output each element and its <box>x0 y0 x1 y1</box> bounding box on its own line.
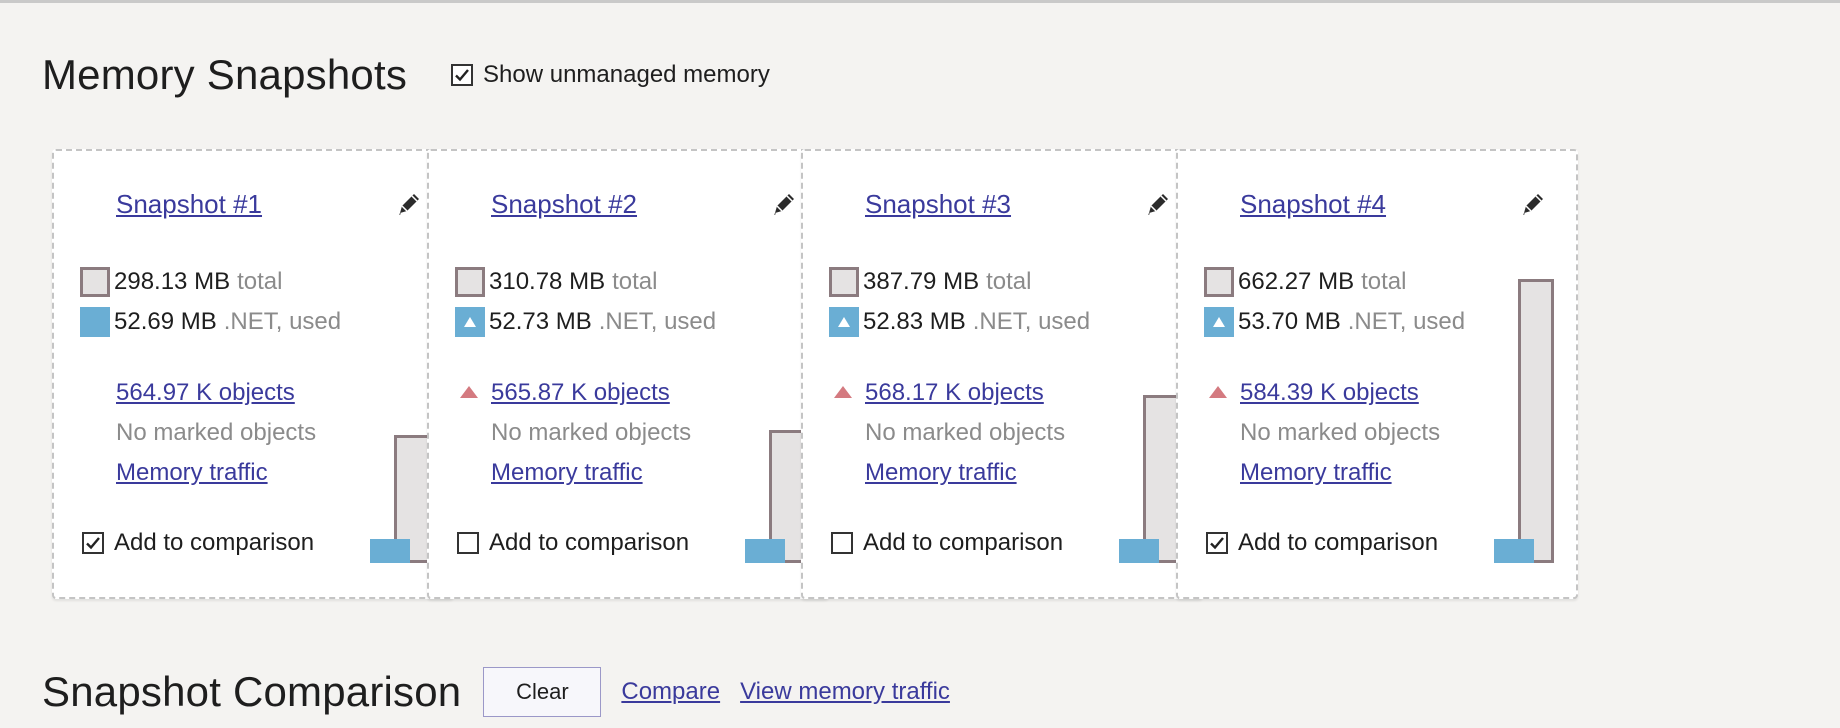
total-memory-value: 387.79 MB <box>863 268 980 295</box>
checkbox-box[interactable] <box>82 532 104 554</box>
clear-button[interactable]: Clear <box>483 667 602 717</box>
memory-traffic-link[interactable]: Memory traffic <box>491 459 643 487</box>
net-used-unit: .NET, used <box>598 308 717 335</box>
net-used-value: 52.73 MB <box>489 308 592 335</box>
net-used-unit: .NET, used <box>1347 308 1466 335</box>
comparison-title: Snapshot Comparison <box>42 668 462 715</box>
net-used-unit: .NET, used <box>223 308 342 335</box>
checkbox-box[interactable] <box>1206 532 1228 554</box>
total-memory-unit: total <box>612 268 658 295</box>
increase-triangle-icon <box>1209 386 1227 398</box>
snapshot-card-3: Snapshot #3 387.79 MB total 52.83 MB .NE… <box>801 149 1203 599</box>
net-used-row: 53.70 MB .NET, used <box>1204 307 1465 337</box>
total-memory-bar <box>1143 395 1179 563</box>
objects-count-link[interactable]: 584.39 K objects <box>1240 379 1419 407</box>
increase-triangle-icon <box>838 317 850 327</box>
objects-count-link[interactable]: 565.87 K objects <box>491 379 670 407</box>
marked-objects-text: No marked objects <box>1240 419 1441 446</box>
total-memory-row: 662.27 MB total <box>1204 267 1406 297</box>
objects-count-link[interactable]: 568.17 K objects <box>865 379 1044 407</box>
memory-traffic-link[interactable]: Memory traffic <box>865 459 1017 487</box>
net-used-value: 52.83 MB <box>863 308 966 335</box>
memory-snapshots-header: Memory Snapshots Show unmanaged memory <box>42 51 770 99</box>
add-to-comparison-checkbox[interactable]: Add to comparison <box>831 529 1063 557</box>
marked-objects-text: No marked objects <box>491 419 692 446</box>
add-to-comparison-checkbox[interactable]: Add to comparison <box>1206 529 1438 557</box>
snapshot-cards: Snapshot #1 298.13 MB total 52.69 MB .NE… <box>52 149 1782 599</box>
compare-link[interactable]: Compare <box>621 678 720 706</box>
net-used-value: 52.69 MB <box>114 308 217 335</box>
objects-row: 568.17 K objects <box>834 379 1044 407</box>
increase-triangle-icon <box>460 386 478 398</box>
objects-row: 584.39 K objects <box>1209 379 1419 407</box>
marked-objects-text: No marked objects <box>865 419 1066 446</box>
snapshot-title-link[interactable]: Snapshot #4 <box>1240 189 1386 220</box>
snapshot-title-link[interactable]: Snapshot #2 <box>491 189 637 220</box>
total-memory-row: 310.78 MB total <box>455 267 657 297</box>
net-used-bar <box>1494 539 1534 563</box>
checkmark-icon <box>86 537 100 550</box>
add-to-comparison-checkbox[interactable]: Add to comparison <box>82 529 314 557</box>
net-used-bar <box>370 539 410 563</box>
net-used-bar <box>745 539 785 563</box>
net-used-swatch <box>80 307 110 337</box>
net-used-row: 52.73 MB .NET, used <box>455 307 716 337</box>
add-to-comparison-checkbox[interactable]: Add to comparison <box>457 529 689 557</box>
net-used-swatch <box>1204 307 1234 337</box>
memory-traffic-link[interactable]: Memory traffic <box>1240 459 1392 487</box>
increase-triangle-icon <box>834 386 852 398</box>
total-memory-bar <box>1518 279 1554 563</box>
objects-row: 565.87 K objects <box>460 379 670 407</box>
page-title: Memory Snapshots <box>42 51 408 98</box>
memory-traffic-link[interactable]: Memory traffic <box>116 459 268 487</box>
total-memory-swatch <box>80 267 110 297</box>
snapshot-comparison-header: Snapshot Comparison Clear Compare View m… <box>42 667 950 717</box>
snapshot-title-link[interactable]: Snapshot #3 <box>865 189 1011 220</box>
net-used-unit: .NET, used <box>972 308 1091 335</box>
net-used-swatch <box>455 307 485 337</box>
net-used-row: 52.83 MB .NET, used <box>829 307 1090 337</box>
total-memory-value: 310.78 MB <box>489 268 606 295</box>
memory-profiler-page: Memory Snapshots Show unmanaged memory S… <box>0 0 1840 728</box>
pencil-icon[interactable] <box>394 189 424 219</box>
total-memory-value: 298.13 MB <box>114 268 231 295</box>
add-to-comparison-label: Add to comparison <box>489 529 690 556</box>
pencil-icon[interactable] <box>1518 189 1548 219</box>
total-memory-swatch <box>455 267 485 297</box>
pencil-icon[interactable] <box>769 189 799 219</box>
show-unmanaged-memory-checkbox[interactable]: Show unmanaged memory <box>451 61 770 89</box>
increase-triangle-icon <box>1213 317 1225 327</box>
net-used-bar <box>1119 539 1159 563</box>
checkbox-box[interactable] <box>457 532 479 554</box>
total-memory-value: 662.27 MB <box>1238 268 1355 295</box>
checkmark-icon <box>1210 537 1224 550</box>
view-memory-traffic-link[interactable]: View memory traffic <box>740 678 950 706</box>
total-memory-unit: total <box>986 268 1032 295</box>
checkbox-box[interactable] <box>831 532 853 554</box>
net-used-swatch <box>829 307 859 337</box>
objects-count-link[interactable]: 564.97 K objects <box>116 379 295 407</box>
total-memory-unit: total <box>1361 268 1407 295</box>
total-memory-row: 387.79 MB total <box>829 267 1031 297</box>
show-unmanaged-label: Show unmanaged memory <box>483 61 770 88</box>
snapshot-card-2: Snapshot #2 310.78 MB total 52.73 MB .NE… <box>427 149 829 599</box>
snapshot-card-1: Snapshot #1 298.13 MB total 52.69 MB .NE… <box>52 149 454 599</box>
add-to-comparison-label: Add to comparison <box>1238 529 1439 556</box>
increase-triangle-icon <box>464 317 476 327</box>
add-to-comparison-label: Add to comparison <box>863 529 1064 556</box>
total-memory-swatch <box>1204 267 1234 297</box>
objects-row: 564.97 K objects <box>116 379 295 407</box>
net-used-value: 53.70 MB <box>1238 308 1341 335</box>
net-used-row: 52.69 MB .NET, used <box>80 307 341 337</box>
total-memory-swatch <box>829 267 859 297</box>
total-memory-unit: total <box>237 268 283 295</box>
total-memory-row: 298.13 MB total <box>80 267 282 297</box>
checkbox-box[interactable] <box>451 64 474 86</box>
pencil-icon[interactable] <box>1143 189 1173 219</box>
snapshot-card-4: Snapshot #4 662.27 MB total 53.70 MB .NE… <box>1176 149 1578 599</box>
snapshot-title-link[interactable]: Snapshot #1 <box>116 189 262 220</box>
add-to-comparison-label: Add to comparison <box>114 529 315 556</box>
checkmark-icon <box>455 69 469 82</box>
marked-objects-text: No marked objects <box>116 419 317 446</box>
